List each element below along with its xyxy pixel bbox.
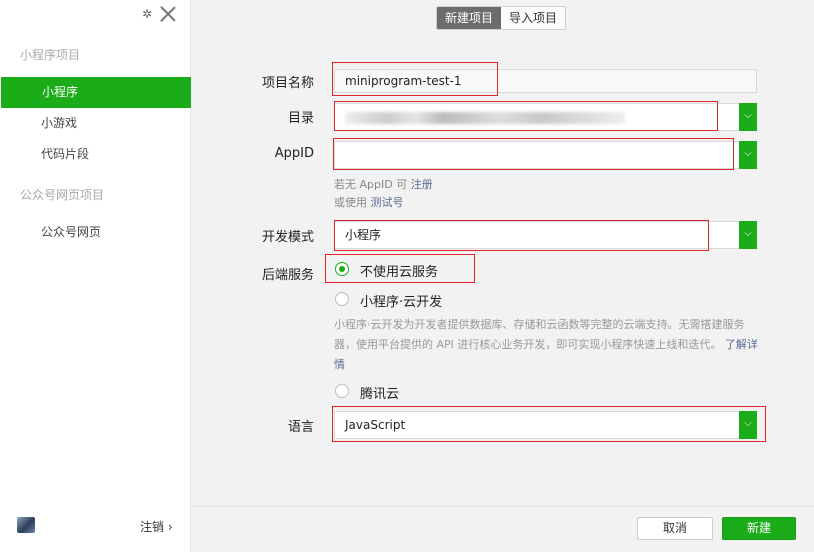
appid-hint-text: 若无 AppID 可 xyxy=(334,178,408,191)
appid-hint2-text: 或使用 xyxy=(334,196,367,209)
radio-cloud-dev[interactable] xyxy=(335,292,349,306)
radio-tencent-cloud[interactable] xyxy=(335,384,349,398)
main-panel: 新建项目 导入项目 项目名称 miniprogram-test-1 目录 ⌵ A… xyxy=(192,0,814,552)
appid-hint-test: 或使用 测试号 xyxy=(334,194,404,210)
appid-dropdown-chevron-down-icon[interactable]: ⌵ xyxy=(739,141,757,169)
dev-mode-label: 开发模式 xyxy=(261,230,314,245)
highlight-box-mode xyxy=(334,220,709,251)
register-link[interactable]: 注册 xyxy=(411,178,433,191)
settings-gear-icon[interactable]: ✲ xyxy=(142,7,152,21)
cancel-button[interactable]: 取消 xyxy=(637,517,713,540)
sidebar: ✲ 小程序项目 小程序 小游戏 代码片段 公众号网页项目 公众号网页 注销 › xyxy=(0,0,191,552)
radio-cloud-dev-label[interactable]: 小程序·云开发 xyxy=(360,291,442,310)
highlight-box-language xyxy=(332,406,766,442)
language-label: 语言 xyxy=(287,420,314,435)
logout-link[interactable]: 注销 › xyxy=(140,518,173,535)
directory-label: 目录 xyxy=(287,111,314,126)
avatar[interactable] xyxy=(17,517,35,533)
project-name-label: 项目名称 xyxy=(261,76,314,91)
sidebar-item-minigame[interactable]: 小游戏 xyxy=(0,108,191,139)
cloud-dev-description: 小程序·云开发为开发者提供数据库、存储和云函数等完整的云端支持。无需搭建服务器，… xyxy=(334,315,764,375)
directory-dropdown-chevron-down-icon[interactable]: ⌵ xyxy=(739,103,757,131)
backend-label: 后端服务 xyxy=(261,268,314,283)
create-button[interactable]: 新建 xyxy=(722,517,796,540)
new-project-window: ✲ 小程序项目 小程序 小游戏 代码片段 公众号网页项目 公众号网页 注销 › … xyxy=(0,0,814,552)
highlight-box-backend xyxy=(325,254,475,283)
section-title-official-account: 公众号网页项目 xyxy=(20,188,105,202)
footer-bar: 取消 新建 xyxy=(192,506,814,552)
cloud-dev-description-text: 小程序·云开发为开发者提供数据库、存储和云函数等完整的云端支持。无需搭建服务器，… xyxy=(334,318,745,351)
sidebar-item-official-webpage[interactable]: 公众号网页 xyxy=(0,217,191,248)
highlight-box-appid xyxy=(333,138,734,170)
tab-new-project[interactable]: 新建项目 xyxy=(437,7,502,29)
radio-tencent-cloud-label[interactable]: 腾讯云 xyxy=(360,383,399,402)
test-account-link[interactable]: 测试号 xyxy=(371,196,404,209)
highlight-box-directory xyxy=(334,101,718,131)
appid-hint-register: 若无 AppID 可 注册 xyxy=(334,176,433,192)
appid-label: AppID xyxy=(274,146,314,161)
section-title-miniprogram: 小程序项目 xyxy=(20,48,81,62)
window-controls: ✲ xyxy=(142,6,176,22)
highlight-box-name xyxy=(332,62,498,96)
project-tabs: 新建项目 导入项目 xyxy=(436,6,567,30)
close-icon[interactable] xyxy=(160,6,176,22)
tab-import-project[interactable]: 导入项目 xyxy=(501,7,566,29)
sidebar-item-code-snippet[interactable]: 代码片段 xyxy=(0,139,191,170)
dev-mode-dropdown-chevron-down-icon[interactable]: ⌵ xyxy=(739,221,757,249)
sidebar-item-miniprogram[interactable]: 小程序 xyxy=(1,77,191,108)
